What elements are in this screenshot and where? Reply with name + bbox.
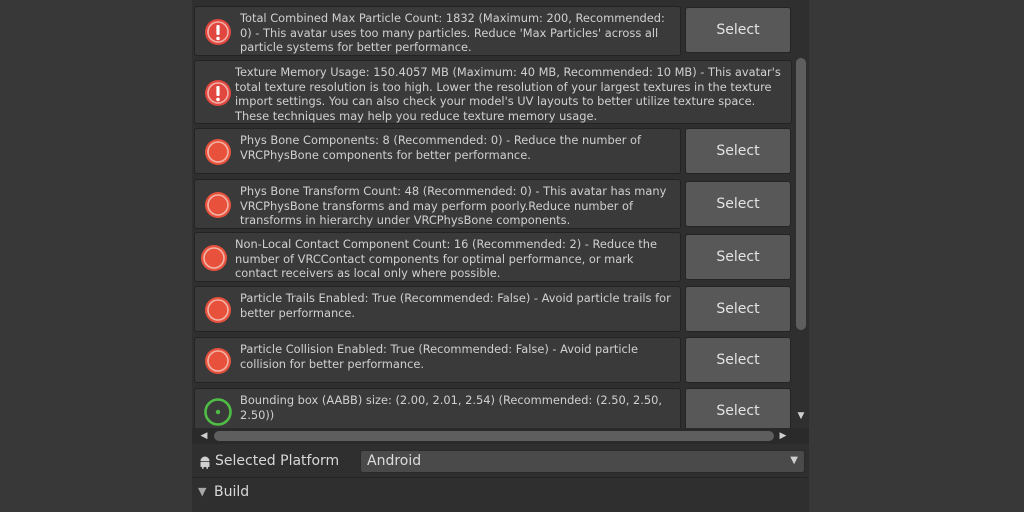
issue-row-particle-count: Total Combined Max Particle Count: 1832 … <box>192 6 809 56</box>
poor-rating-icon <box>203 295 233 325</box>
build-panel: Total Combined Max Particle Count: 1832 … <box>192 0 809 512</box>
issue-box: Phys Bone Components: 8 (Recommended: 0)… <box>194 128 681 174</box>
issue-box: Texture Memory Usage: 150.4057 MB (Maxim… <box>194 60 792 124</box>
platform-dropdown[interactable]: Android ▼ <box>360 450 805 473</box>
foldout-collapsed-arrow-icon: ▼ <box>198 485 207 498</box>
issue-row-contact-components: Non-Local Contact Component Count: 16 (R… <box>192 232 809 282</box>
scroll-right-arrow-icon[interactable]: ▶ <box>777 430 789 442</box>
issue-row-phys-bone-transforms: Phys Bone Transform Count: 48 (Recommend… <box>192 179 809 229</box>
issue-box: Bounding box (AABB) size: (2.00, 2.01, 2… <box>194 388 681 428</box>
issue-box: Phys Bone Transform Count: 48 (Recommend… <box>194 179 681 229</box>
selected-platform-row: Selected Platform Android ▼ <box>192 448 809 476</box>
issue-box: Particle Trails Enabled: True (Recommend… <box>194 286 681 332</box>
chevron-down-icon: ▼ <box>790 455 798 466</box>
issue-message: Bounding box (AABB) size: (2.00, 2.01, 2… <box>240 393 663 422</box>
poor-rating-icon <box>199 243 229 273</box>
section-divider <box>192 477 809 478</box>
poor-rating-icon <box>203 137 233 167</box>
issue-message: Texture Memory Usage: 150.4057 MB (Maxim… <box>235 65 781 123</box>
scroll-down-arrow-icon[interactable]: ▼ <box>796 410 806 422</box>
error-exclamation-icon <box>203 78 233 108</box>
vertical-scrollbar[interactable] <box>796 58 806 330</box>
select-button[interactable]: Select <box>685 388 791 428</box>
poor-rating-icon <box>203 346 233 376</box>
select-button[interactable]: Select <box>685 181 791 227</box>
select-button[interactable]: Select <box>685 234 791 280</box>
issue-row-bounding-box: Bounding box (AABB) size: (2.00, 2.01, 2… <box>192 388 809 428</box>
vertical-scrollbar-thumb[interactable] <box>796 58 806 330</box>
issue-message: Phys Bone Transform Count: 48 (Recommend… <box>240 184 667 227</box>
validation-issue-list: Total Combined Max Particle Count: 1832 … <box>192 0 809 428</box>
scroll-left-arrow-icon[interactable]: ◀ <box>198 430 210 442</box>
select-button[interactable]: Select <box>685 337 791 383</box>
build-foldout[interactable]: ▼ Build <box>192 480 809 504</box>
build-foldout-label: Build <box>214 484 250 500</box>
issue-box: Total Combined Max Particle Count: 1832 … <box>194 6 681 56</box>
issue-message: Non-Local Contact Component Count: 16 (R… <box>235 237 657 280</box>
android-icon <box>198 454 212 469</box>
issue-row-particle-trails: Particle Trails Enabled: True (Recommend… <box>192 286 809 332</box>
selected-platform-label: Selected Platform <box>215 453 340 469</box>
poor-rating-icon <box>203 190 233 220</box>
select-button[interactable]: Select <box>685 286 791 332</box>
good-rating-icon <box>203 397 233 427</box>
horizontal-scrollbar-thumb[interactable] <box>214 431 774 441</box>
issue-row-particle-collision: Particle Collision Enabled: True (Recomm… <box>192 337 809 383</box>
issue-box: Non-Local Contact Component Count: 16 (R… <box>194 232 681 282</box>
select-button[interactable]: Select <box>685 128 791 174</box>
horizontal-scrollbar[interactable]: ◀ ▶ <box>192 428 809 444</box>
select-button[interactable]: Select <box>685 7 791 53</box>
issue-row-texture-memory: Texture Memory Usage: 150.4057 MB (Maxim… <box>192 60 809 124</box>
issue-message: Total Combined Max Particle Count: 1832 … <box>240 11 665 54</box>
issue-box: Particle Collision Enabled: True (Recomm… <box>194 337 681 383</box>
issue-message: Particle Trails Enabled: True (Recommend… <box>240 291 671 320</box>
platform-dropdown-value: Android <box>367 453 422 469</box>
issue-message: Particle Collision Enabled: True (Recomm… <box>240 342 638 371</box>
issue-message: Phys Bone Components: 8 (Recommended: 0)… <box>240 133 642 162</box>
issue-row-phys-bone-components: Phys Bone Components: 8 (Recommended: 0)… <box>192 128 809 174</box>
error-exclamation-icon <box>203 17 233 47</box>
